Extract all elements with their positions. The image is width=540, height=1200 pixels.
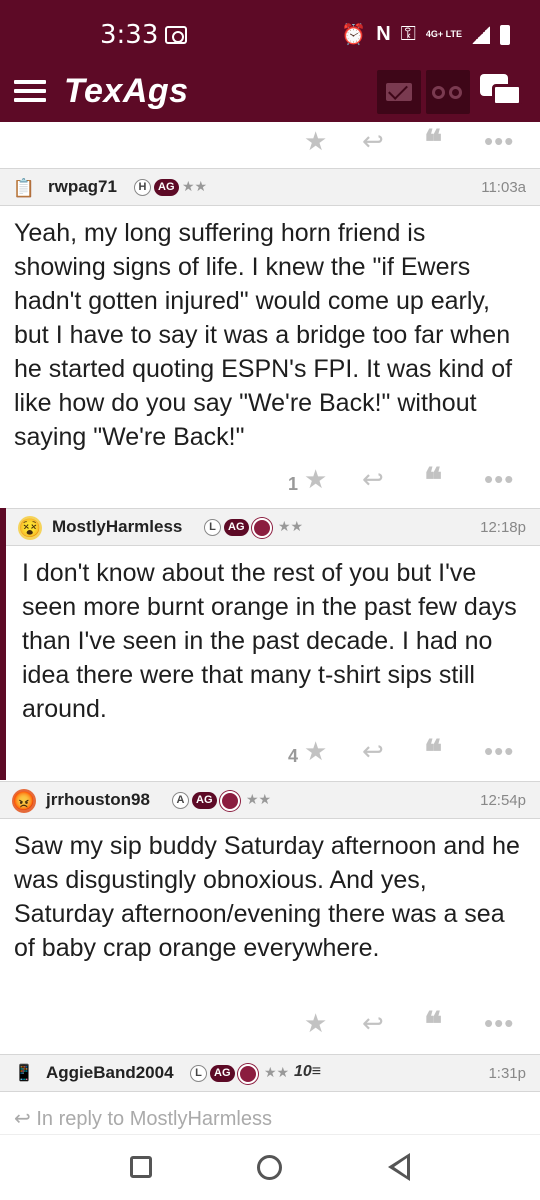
seal-badge-icon xyxy=(220,791,240,811)
more-button[interactable]: ••• xyxy=(484,736,514,766)
home-button[interactable] xyxy=(257,1155,282,1180)
post-actions: 4 ★ ↩ ❝ ••• xyxy=(0,732,540,772)
binoculars-button[interactable] xyxy=(426,70,470,114)
seal-badge-icon xyxy=(252,518,272,538)
system-nav-bar xyxy=(0,1134,540,1200)
status-bar: 3:33 ⏰ N ⚿ 4G+ LTE xyxy=(0,0,540,58)
network-label: 4G+ LTE xyxy=(425,29,462,39)
badge-l: L xyxy=(190,1065,207,1082)
username[interactable]: AggieBand2004 xyxy=(46,1063,174,1083)
more-button[interactable]: ••• xyxy=(484,1008,514,1038)
reply-button[interactable]: ↩ xyxy=(362,126,384,156)
post-body: Saw my sip buddy Saturday afternoon and … xyxy=(14,832,520,962)
post-time: 1:31p xyxy=(488,1065,526,1082)
reply-arrow-icon: ↩ xyxy=(14,1108,31,1130)
post-header: 📱 AggieBand2004 L AG ★★ 10≡ 1:31p xyxy=(0,1054,540,1092)
star-button[interactable]: ★ xyxy=(304,464,327,494)
quote-button[interactable]: ❝ xyxy=(424,464,442,498)
key-icon: ⚿ xyxy=(400,23,416,45)
more-button[interactable]: ••• xyxy=(484,126,514,156)
battery-icon xyxy=(500,24,510,45)
quote-button[interactable]: ❝ xyxy=(424,1008,442,1042)
post-time: 11:03a xyxy=(481,179,526,196)
signal-icon xyxy=(472,25,490,44)
star-count: 1 xyxy=(288,474,299,494)
screen-record-icon xyxy=(165,26,187,44)
dizzy-face-icon: 😵 xyxy=(18,516,42,540)
chat-icon[interactable] xyxy=(480,74,524,112)
nfc-icon: N xyxy=(376,23,391,45)
star-button[interactable]: ★ xyxy=(304,1008,327,1038)
post-actions: ★ ↩ ❝ ••• xyxy=(0,1004,540,1044)
rating-stars: ★★ xyxy=(278,518,304,534)
in-reply-to-label: In reply to MostlyHarmless xyxy=(36,1108,272,1130)
back-button[interactable] xyxy=(388,1153,410,1181)
binoculars-icon xyxy=(432,86,445,99)
badge-ag: AG xyxy=(154,179,179,196)
in-reply-to-link[interactable]: ↩ In reply to MostlyHarmless xyxy=(14,1106,272,1131)
badge-ag: AG xyxy=(210,1065,235,1082)
app-bar: TexAgs xyxy=(0,58,540,122)
post-header: 📋 rwpag71 H AG ★★ 11:03a xyxy=(0,168,540,206)
menu-icon[interactable] xyxy=(14,80,46,102)
post-time: 12:54p xyxy=(480,792,526,809)
post-actions: ★ ↩ ❝ ••• xyxy=(0,122,540,162)
rating-stars: ★★ xyxy=(264,1064,290,1080)
phone-icon: 📱 xyxy=(14,1065,34,1082)
badge-l: L xyxy=(204,519,221,536)
tenure-badge: 10≡ xyxy=(294,1063,322,1080)
post-header: 😡 jrrhouston98 A AG ★★ 12:54p xyxy=(0,781,540,819)
username[interactable]: rwpag71 xyxy=(48,177,117,197)
post-header: 😵 MostlyHarmless L AG ★★ 12:18p xyxy=(6,508,540,546)
star-count: 4 xyxy=(288,746,299,766)
post-body: I don't know about the rest of you but I… xyxy=(22,559,517,723)
status-time: 3:33 xyxy=(100,20,159,50)
reply-button[interactable]: ↩ xyxy=(362,464,384,494)
angry-face-icon: 😡 xyxy=(12,789,36,813)
seal-badge-icon xyxy=(238,1064,258,1084)
reply-button[interactable]: ↩ xyxy=(362,1008,384,1038)
post-actions: 1 ★ ↩ ❝ ••• xyxy=(0,460,540,500)
mail-icon xyxy=(386,83,412,101)
system-icons: ⏰ N ⚿ 4G+ LTE xyxy=(341,22,510,47)
star-button[interactable]: ★ xyxy=(304,736,327,766)
badge-ag: AG xyxy=(192,792,217,809)
quote-button[interactable]: ❝ xyxy=(424,126,442,160)
post-time: 12:18p xyxy=(480,519,526,536)
post-body: Yeah, my long suffering horn friend is s… xyxy=(14,219,513,451)
quote-button[interactable]: ❝ xyxy=(424,736,442,770)
username[interactable]: MostlyHarmless xyxy=(52,517,182,537)
badge-h: H xyxy=(134,179,151,196)
recents-button[interactable] xyxy=(130,1156,152,1178)
badge-ag: AG xyxy=(224,519,249,536)
rating-stars: ★★ xyxy=(182,178,208,194)
more-button[interactable]: ••• xyxy=(484,464,514,494)
notepad-icon: 📋 xyxy=(12,178,36,198)
star-button[interactable]: ★ xyxy=(304,126,327,156)
rating-stars: ★★ xyxy=(246,791,272,807)
reply-button[interactable]: ↩ xyxy=(362,736,384,766)
app-logo[interactable]: TexAgs xyxy=(64,72,189,111)
mail-button[interactable] xyxy=(377,70,421,114)
binoculars-icon xyxy=(449,86,462,99)
alarm-icon: ⏰ xyxy=(341,24,367,46)
username[interactable]: jrrhouston98 xyxy=(46,790,150,810)
badge-a: A xyxy=(172,792,189,809)
